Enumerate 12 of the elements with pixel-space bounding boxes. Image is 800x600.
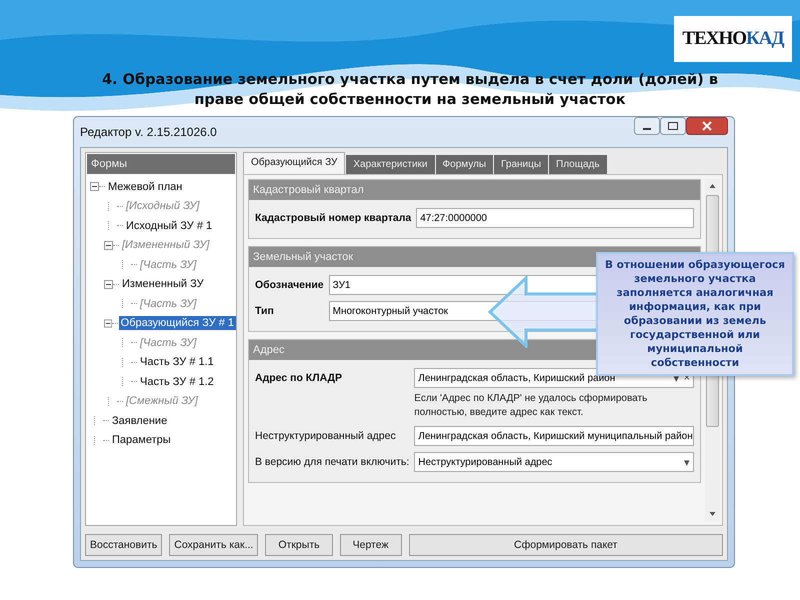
field-label: Адрес по КЛАДР xyxy=(255,371,344,384)
field-label: Тип xyxy=(255,304,275,317)
field-label: Обозначение xyxy=(255,278,324,291)
callout-tooltip: В отношении образующегося земельного участка заполняется аналогичная информация, как при образовании из земель государственной или муниципальной собственности xyxy=(596,252,794,376)
field-label: Неструктурированный адрес xyxy=(255,429,397,442)
field-label: В версию для печати включить: xyxy=(255,455,410,468)
window-title: Редактор v. 2.15.21026.0 xyxy=(80,125,217,139)
field-label: Кадастровый номер квартала xyxy=(255,211,412,224)
panel-header: Формы xyxy=(87,154,235,174)
section-header: Кадастровый квартал xyxy=(249,180,700,200)
hint-text: Если 'Адрес по КЛАДР' не удалось сформировать полностью, введите адрес как текст. xyxy=(414,392,648,420)
logo: ТЕХНОКАД xyxy=(674,16,792,62)
